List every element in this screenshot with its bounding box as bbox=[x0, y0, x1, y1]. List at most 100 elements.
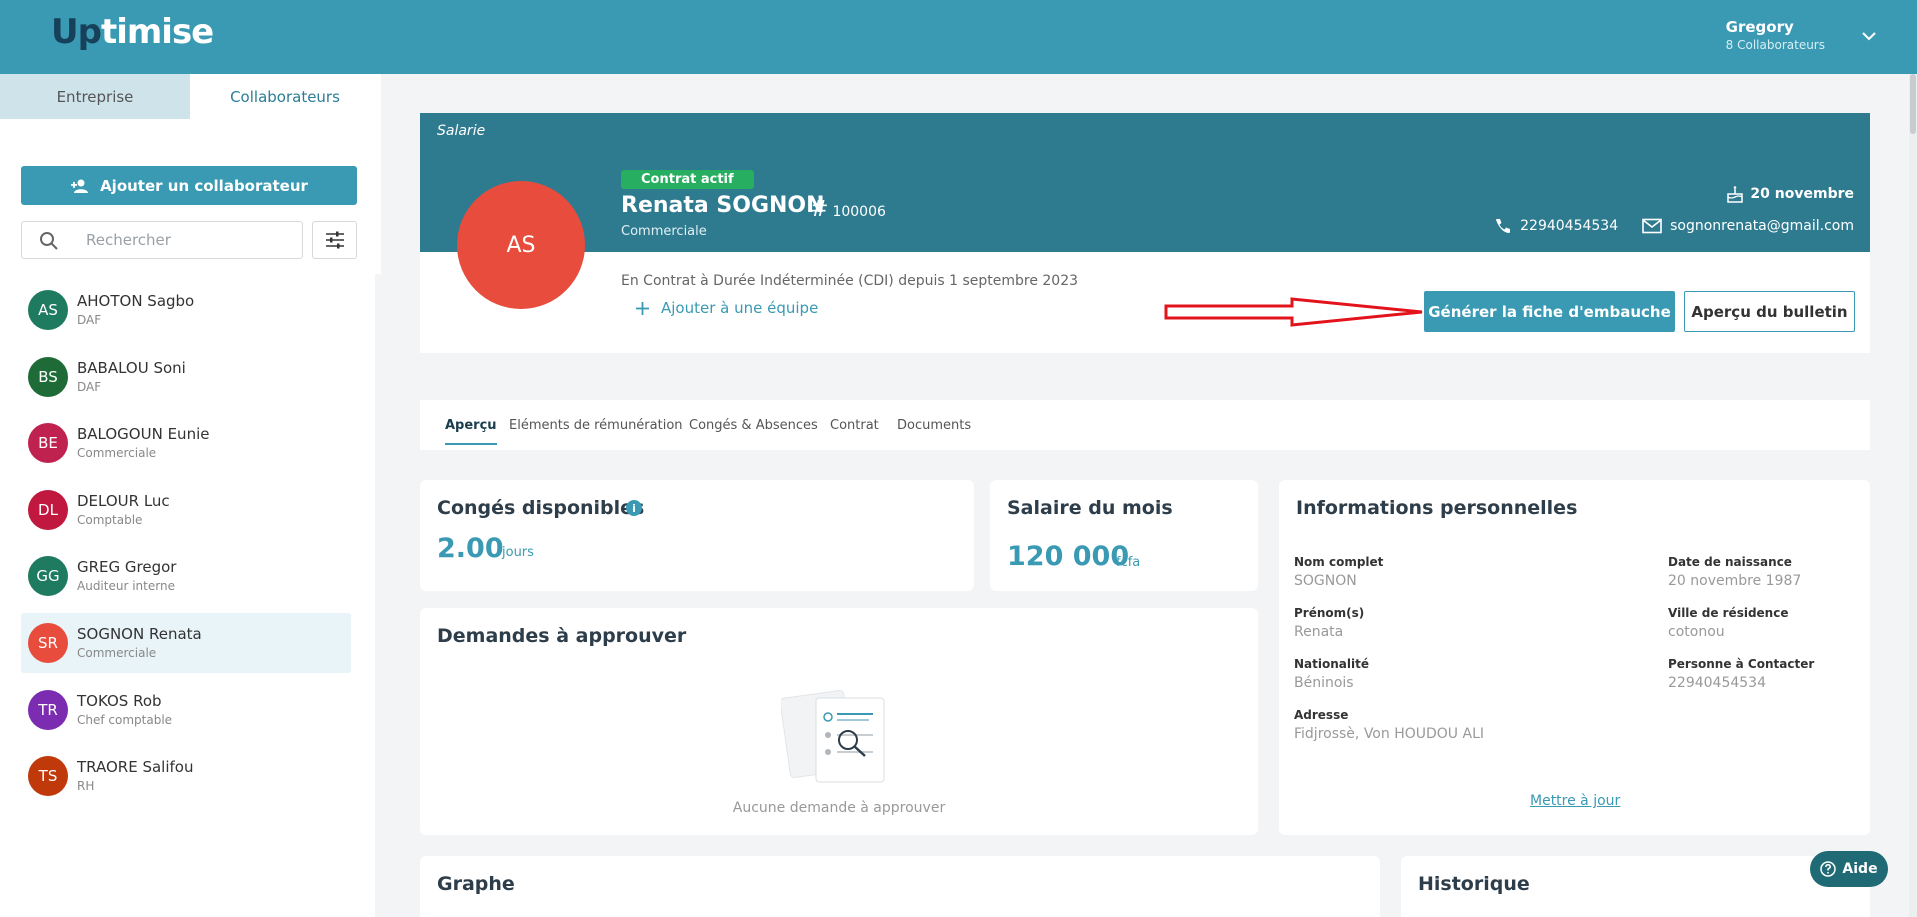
employee-role: Commerciale bbox=[77, 645, 157, 660]
contact-info: 22940454534 sognonrenata@gmail.com bbox=[1494, 217, 1854, 235]
hash-icon: # bbox=[810, 197, 829, 222]
field-birth-date: Date de naissance 20 novembre 1987 bbox=[1668, 555, 1802, 589]
help-button[interactable]: Aide bbox=[1810, 851, 1888, 887]
field-nationality: Nationalité Béninois bbox=[1294, 657, 1369, 691]
field-emergency-contact: Personne à Contacter 22940454534 bbox=[1668, 657, 1815, 691]
tab-remuneration[interactable]: Eléments de rémunération bbox=[509, 418, 683, 433]
top-bar: Uptimise Gregory 8 Collaborateurs bbox=[0, 0, 1917, 74]
field-address: Adresse Fidjrossè, Von HOUDOU ALI bbox=[1294, 708, 1484, 742]
sidebar: Entreprise Collaborateurs Ajouter un col… bbox=[0, 74, 381, 917]
employee-role: Commerciale bbox=[77, 446, 157, 461]
email[interactable]: sognonrenata@gmail.com bbox=[1642, 218, 1854, 234]
salary-unit: fcfa bbox=[1116, 555, 1141, 570]
employee-list-item[interactable]: BS BABALOU Soni DAF bbox=[21, 347, 351, 407]
employee-name: DELOUR Luc bbox=[77, 491, 170, 510]
leave-balance-unit: jours bbox=[502, 545, 534, 560]
cake-icon bbox=[1727, 186, 1744, 203]
filter-button[interactable] bbox=[312, 221, 357, 259]
avatar: TR bbox=[28, 689, 68, 730]
page-scrollbar[interactable] bbox=[1909, 74, 1917, 917]
tab-entreprise[interactable]: Entreprise bbox=[0, 74, 190, 119]
sidebar-divider bbox=[375, 274, 381, 917]
user-collaborators-count: 8 Collaborateurs bbox=[1725, 38, 1825, 52]
employee-list-item[interactable]: GG GREG Gregor Auditeur interne bbox=[21, 546, 351, 606]
tab-apercu[interactable]: Aperçu bbox=[445, 418, 497, 445]
chevron-down-icon[interactable] bbox=[1859, 26, 1879, 46]
empty-documents-icon bbox=[781, 689, 885, 783]
sliders-icon bbox=[325, 231, 344, 249]
field-first-name: Prénom(s) Renata bbox=[1294, 606, 1365, 640]
history-card-title: Historique bbox=[1418, 873, 1530, 895]
leave-balance-card: Congés disponibles i 2.00 jours bbox=[420, 480, 974, 591]
personal-info-title: Informations personnelles bbox=[1296, 497, 1578, 519]
employee-role: Chef comptable bbox=[77, 712, 173, 727]
pending-requests-title: Demandes à approuver bbox=[437, 625, 687, 647]
avatar: DL bbox=[28, 489, 68, 530]
employee-name: BABALOU Soni bbox=[77, 358, 186, 377]
add-to-team-link[interactable]: Ajouter à une équipe bbox=[636, 299, 818, 317]
employee-role: RH bbox=[77, 779, 95, 794]
salary-title: Salaire du mois bbox=[1007, 497, 1173, 519]
avatar: SR bbox=[28, 622, 68, 663]
app-logo[interactable]: Uptimise bbox=[51, 12, 214, 52]
leave-balance-value: 2.00 bbox=[437, 533, 504, 564]
employee-name: GREG Gregor bbox=[77, 558, 177, 577]
plus-icon bbox=[636, 301, 649, 315]
generate-hiring-sheet-button[interactable]: Générer la fiche d'embauche bbox=[1424, 291, 1675, 332]
employee-name-title: Renata SOGNON bbox=[621, 193, 825, 218]
profile-tabs: Aperçu Eléments de rémunération Congés &… bbox=[420, 400, 1870, 450]
section-label: Salarie bbox=[437, 123, 486, 139]
employee-name: AHOTON Sagbo bbox=[77, 292, 195, 310]
user-menu[interactable]: Gregory 8 Collaborateurs bbox=[1726, 18, 1825, 52]
birthday: 20 novembre bbox=[1726, 185, 1854, 203]
employee-name: TRAORE Salifou bbox=[77, 758, 194, 777]
sidebar-tabs: Entreprise Collaborateurs bbox=[0, 74, 381, 119]
employee-id: #100006 bbox=[810, 197, 886, 222]
scrollbar-thumb[interactable] bbox=[1910, 74, 1916, 134]
chart-card-title: Graphe bbox=[437, 873, 515, 895]
user-name: Gregory bbox=[1725, 18, 1794, 36]
phone[interactable]: 22940454534 bbox=[1494, 217, 1618, 235]
history-card: Historique bbox=[1401, 856, 1870, 917]
info-icon[interactable]: i bbox=[626, 500, 642, 516]
add-collaborator-button[interactable]: Ajouter un collaborateur bbox=[21, 166, 357, 205]
tab-documents[interactable]: Documents bbox=[897, 418, 971, 433]
employee-role: DAF bbox=[77, 379, 102, 394]
monthly-salary-card: Salaire du mois 120 000 fcfa bbox=[990, 480, 1258, 591]
employee-list-item-selected[interactable]: SR SOGNON Renata Commerciale bbox=[21, 612, 351, 673]
employee-name: SOGNON Renata bbox=[77, 624, 202, 643]
contract-status-badge: Contrat actif bbox=[621, 170, 754, 189]
update-link[interactable]: Mettre à jour bbox=[1530, 793, 1620, 809]
employee-list-item[interactable]: AS AHOTON Sagbo DAF bbox=[21, 280, 351, 340]
employee-list-item[interactable]: TR TOKOS Rob Chef comptable bbox=[21, 680, 351, 740]
employee-list-item[interactable]: DL DELOUR Luc Comptable bbox=[21, 480, 351, 540]
avatar: AS bbox=[28, 290, 68, 330]
avatar: BS bbox=[28, 356, 68, 397]
help-icon bbox=[1820, 861, 1837, 877]
employee-list: AS AHOTON Sagbo DAF BS BABALOU Soni DAF … bbox=[21, 280, 351, 813]
avatar: TS bbox=[28, 756, 68, 797]
mail-icon bbox=[1642, 218, 1662, 234]
leave-balance-title: Congés disponibles bbox=[437, 497, 645, 519]
employee-role: DAF bbox=[77, 313, 102, 327]
salary-value: 120 000 bbox=[1007, 541, 1130, 572]
payslip-preview-button[interactable]: Aperçu du bulletin bbox=[1684, 291, 1855, 332]
add-collaborator-label: Ajouter un collaborateur bbox=[100, 176, 308, 195]
tab-contrat[interactable]: Contrat bbox=[830, 418, 879, 433]
tab-conges[interactable]: Congés & Absences bbox=[689, 418, 818, 433]
search-input[interactable] bbox=[86, 229, 286, 251]
employee-role-title: Commerciale bbox=[621, 224, 707, 239]
field-city: Ville de résidence cotonou bbox=[1668, 606, 1789, 640]
employee-list-item[interactable]: TS TRAORE Salifou RH bbox=[21, 746, 351, 806]
empty-requests-text: Aucune demande à approuver bbox=[732, 800, 946, 816]
avatar: GG bbox=[28, 556, 68, 597]
employee-list-item[interactable]: BE BALOGOUN Eunie Commerciale bbox=[21, 413, 351, 473]
search-icon bbox=[40, 232, 58, 250]
employee-role: Auditeur interne bbox=[77, 579, 175, 594]
search-box bbox=[21, 221, 303, 259]
red-arrow-annotation bbox=[1164, 297, 1423, 327]
add-user-icon bbox=[71, 179, 89, 193]
employee-header-card: Salarie AS Contrat actif Renata SOGNON #… bbox=[420, 113, 1870, 353]
employee-name: TOKOS Rob bbox=[77, 691, 162, 710]
tab-collaborateurs[interactable]: Collaborateurs bbox=[190, 74, 380, 119]
